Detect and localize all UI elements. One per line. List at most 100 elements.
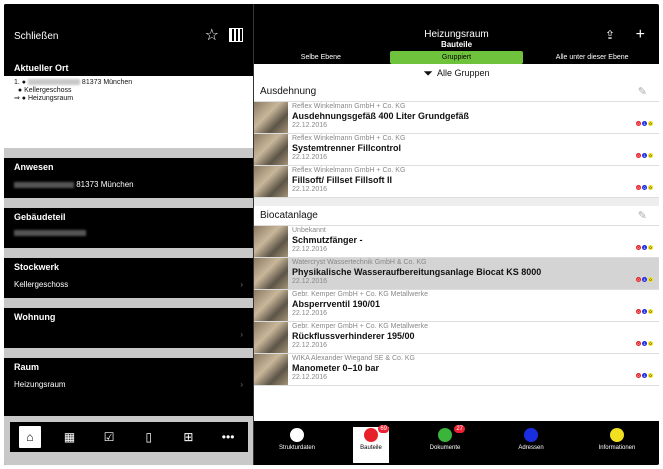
component-date: 22.12.2016 bbox=[292, 186, 328, 193]
component-text: Gebr. Kemper GmbH + Co. KG Metallwerke Rü… bbox=[288, 322, 659, 353]
pencil-icon[interactable]: ✎ bbox=[638, 209, 647, 222]
status-dot: 0 bbox=[648, 153, 653, 158]
component-date: 22.12.2016 bbox=[292, 154, 328, 161]
location-line-3: ⇒ ● Heizungsraum bbox=[14, 95, 243, 103]
section-stockwerk[interactable]: Stockwerk Kellergeschoss › bbox=[4, 258, 253, 298]
component-row[interactable]: Watercryst Wassertechnik GmbH & Co. KG Ph… bbox=[254, 258, 659, 290]
segment-same-level[interactable]: Selbe Ebene bbox=[254, 51, 388, 64]
component-date: 22.12.2016 bbox=[292, 310, 328, 317]
segment-grouped[interactable]: Gruppiert bbox=[389, 50, 524, 64]
divider bbox=[4, 198, 253, 208]
divider bbox=[4, 248, 253, 258]
chevron-right-icon: › bbox=[240, 380, 243, 389]
component-thumbnail bbox=[254, 354, 288, 385]
chevron-right-icon: › bbox=[240, 280, 243, 289]
page-title: Heizungsraum bbox=[424, 29, 489, 40]
status-dot: 1 bbox=[642, 309, 647, 314]
location-line-1: 1. ● 81373 München bbox=[14, 79, 243, 87]
tab-dokumente[interactable]: Dokumente 27 bbox=[415, 425, 475, 463]
component-maker: Unbekannt bbox=[292, 227, 326, 234]
share-icon[interactable]: ⇪ bbox=[605, 28, 615, 42]
component-text: Reflex Winkelmann GmbH + Co. KG Systemtre… bbox=[288, 134, 659, 165]
component-row[interactable]: Unbekannt Schmutzfänger -22.12.2016 0 1 0 bbox=[254, 226, 659, 258]
segment-all-below[interactable]: Alle unter dieser Ebene bbox=[525, 51, 659, 64]
current-location-title: Aktueller Ort bbox=[4, 60, 253, 76]
tab-circle-icon bbox=[610, 428, 624, 442]
tab-adressen[interactable]: Adressen bbox=[501, 427, 561, 463]
tab-label: Bauteile bbox=[360, 445, 382, 451]
section-value: › bbox=[4, 324, 253, 345]
status-dots: 010 bbox=[636, 309, 653, 314]
component-name: Absperrventil 190/01 bbox=[292, 299, 381, 309]
section-anwesen[interactable]: Anwesen 81373 München bbox=[4, 158, 253, 198]
tab-strukturdaten[interactable]: Strukturdaten bbox=[267, 427, 327, 463]
status-dot: 0 bbox=[648, 185, 653, 190]
component-row[interactable]: Reflex Winkelmann GmbH + Co. KG Ausdehnun… bbox=[254, 102, 659, 134]
app-frame: Schließen ☆ Aktueller Ort 1. ● 81373 Mün… bbox=[4, 4, 659, 465]
scope-segmented-control: Selbe Ebene Gruppiert Alle unter dieser … bbox=[254, 50, 659, 64]
section-title: Anwesen bbox=[14, 162, 54, 172]
chevron-right-icon: › bbox=[240, 330, 243, 339]
pencil-icon[interactable]: ✎ bbox=[638, 85, 647, 98]
status-dot: 0 bbox=[648, 309, 653, 314]
component-row[interactable]: Gebr. Kemper GmbH + Co. KG Metallwerke Ab… bbox=[254, 290, 659, 322]
status-dots: 040 bbox=[636, 277, 653, 282]
status-dot: 0 bbox=[636, 153, 641, 158]
component-thumbnail bbox=[254, 258, 288, 289]
section-raum[interactable]: Raum Heizungsraum › bbox=[4, 358, 253, 398]
status-dot: 0 bbox=[648, 373, 653, 378]
component-thumbnail bbox=[254, 322, 288, 353]
component-row[interactable]: Reflex Winkelmann GmbH + Co. KG Systemtre… bbox=[254, 134, 659, 166]
component-row[interactable]: Gebr. Kemper GmbH + Co. KG Metallwerke Rü… bbox=[254, 322, 659, 354]
group-title: Biocatanlage bbox=[260, 210, 318, 221]
component-name: Physikalische Wasseraufbereitungsanlage … bbox=[292, 267, 542, 277]
status-dot: 1 bbox=[642, 121, 647, 126]
component-maker: Reflex Winkelmann GmbH + Co. KG bbox=[292, 135, 406, 142]
book-icon[interactable]: ▯ bbox=[138, 426, 160, 448]
tab-circle-icon bbox=[290, 428, 304, 442]
component-maker: WIKA Alexander Wiegand SE & Co. KG bbox=[292, 355, 415, 362]
funnel-icon: ⏷ bbox=[423, 65, 434, 80]
tab-bauteile[interactable]: Bauteile 69 bbox=[353, 425, 389, 463]
component-name: Fillsoft/ Fillset Fillsoft II bbox=[292, 175, 393, 185]
tab-circle-icon bbox=[524, 428, 538, 442]
home-icon[interactable]: ⌂ bbox=[18, 426, 41, 448]
section-gebaeudeteil[interactable]: Gebäudeteil bbox=[4, 208, 253, 248]
panel-tabbar: Strukturdaten Bauteile 69 Dokumente 27 Adress… bbox=[254, 421, 659, 465]
section-wohnung[interactable]: Wohnung › bbox=[4, 308, 253, 348]
tab-label: Dokumente bbox=[429, 445, 461, 451]
components-panel: Heizungsraum Bauteile ⇪ + Selbe Ebene Gr… bbox=[253, 4, 659, 465]
status-dot: 0 bbox=[648, 121, 653, 126]
component-name: Systemtrenner Fillcontrol bbox=[292, 143, 402, 153]
checklist-icon[interactable]: ☑ bbox=[98, 426, 120, 448]
add-icon[interactable]: + bbox=[636, 26, 645, 44]
divider bbox=[4, 148, 253, 158]
status-dots: 010 bbox=[636, 373, 653, 378]
group-header: Biocatanlage ✎ bbox=[254, 206, 659, 226]
qr-code-icon[interactable] bbox=[229, 28, 243, 42]
close-button[interactable]: Schließen bbox=[14, 31, 58, 42]
component-name: Manometer 0–10 bar bbox=[292, 363, 380, 373]
star-icon[interactable]: ☆ bbox=[205, 25, 219, 45]
hierarchy-icon[interactable]: ⊞ bbox=[177, 426, 199, 448]
component-row[interactable]: WIKA Alexander Wiegand SE & Co. KG Manome… bbox=[254, 354, 659, 386]
status-dot: 0 bbox=[636, 341, 641, 346]
status-dot: 0 bbox=[648, 277, 653, 282]
component-date: 22.12.2016 bbox=[292, 122, 328, 129]
calendar-icon[interactable]: ▦ bbox=[58, 426, 80, 448]
component-thumbnail bbox=[254, 166, 288, 197]
component-name: Schmutzfänger - bbox=[292, 235, 363, 245]
count-badge: 69 bbox=[378, 425, 389, 433]
section-value-text: Heizungsraum bbox=[14, 380, 66, 389]
component-row[interactable]: Reflex Winkelmann GmbH + Co. KG Fillsoft/… bbox=[254, 166, 659, 198]
tab-label: Informationen bbox=[598, 445, 636, 451]
status-dot: 4 bbox=[642, 277, 647, 282]
component-text: Watercryst Wassertechnik GmbH & Co. KG Ph… bbox=[288, 258, 659, 289]
tab-informationen[interactable]: Informationen bbox=[587, 427, 647, 463]
status-dot: 0 bbox=[636, 309, 641, 314]
component-name: Ausdehnungsgefäß 400 Liter Grundgefäß bbox=[292, 111, 470, 121]
group-filter[interactable]: ⏷ Alle Gruppen bbox=[254, 64, 659, 82]
more-icon[interactable]: ••• bbox=[217, 426, 239, 448]
group-divider bbox=[254, 198, 659, 206]
group-title: Ausdehnung bbox=[260, 86, 317, 97]
